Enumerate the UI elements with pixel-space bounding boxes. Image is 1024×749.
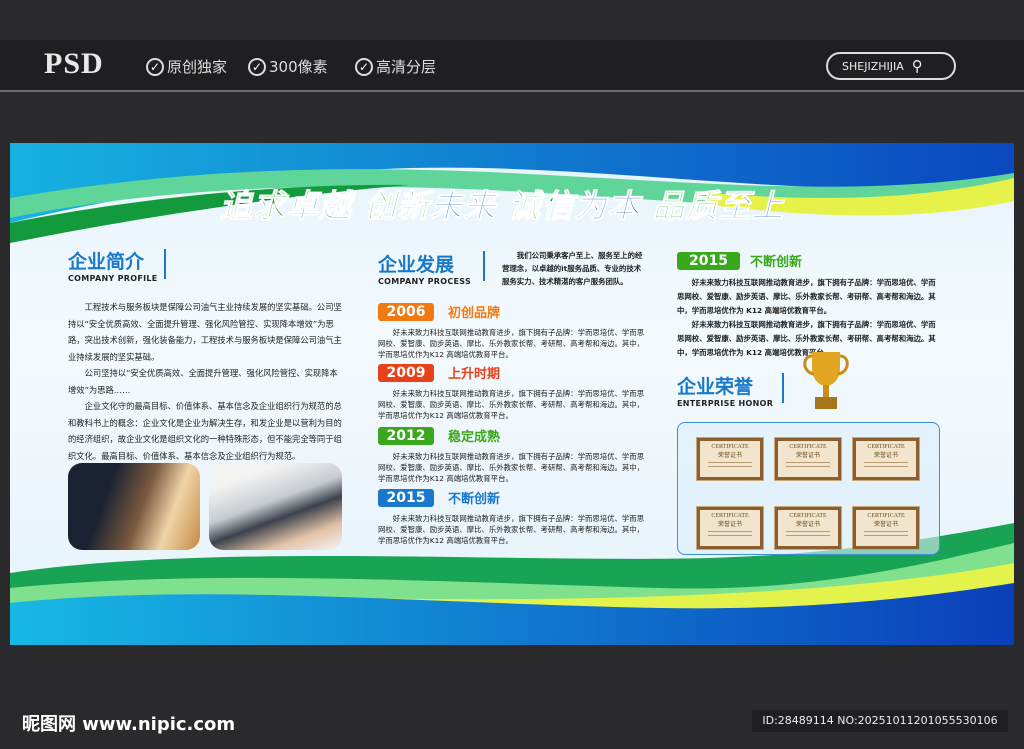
check-icon: ✓ <box>248 57 266 76</box>
milestone-2015: 2015 不断创新 好未来致力科技互联网推动教育进步，旗下拥有子品牌：学而思培优、… <box>378 488 645 545</box>
search-button[interactable]: SHEJIZHIJIA ⚲ <box>826 52 956 80</box>
right-milestone-2015: 2015 不断创新 好未来致力科技互联网推动教育进步，旗下拥有子品牌：学而思培优、… <box>677 251 936 357</box>
handshake-photo <box>68 463 200 550</box>
psd-logo: PSD <box>44 47 104 80</box>
display-board: 追求卓越 创新未来 诚信为本 品质至上 企业简介 COMPANY PROFILE… <box>10 143 1014 645</box>
image-id: ID:28489114 NO:20251011201055530106 <box>752 710 1008 732</box>
check-icon: ✓ <box>355 57 373 76</box>
search-icon: ⚲ <box>911 57 923 75</box>
trophy-icon <box>803 352 849 409</box>
check-icon: ✓ <box>146 57 164 76</box>
process-subtitle: COMPANY PROCESS <box>378 277 472 286</box>
feature-layers: ✓ 高清分层 <box>355 56 436 77</box>
certificate: CERTIFICATE 荣誉证书 <box>774 506 842 550</box>
certificate: CERTIFICATE 荣誉证书 <box>696 506 764 550</box>
divider <box>483 251 485 281</box>
divider <box>164 249 166 279</box>
profile-text: 工程技术与服务板块是保障公司油气主业持续发展的坚实基础。公司坚持以“安全优质高效… <box>68 302 342 461</box>
divider <box>782 373 784 403</box>
milestone-2012: 2012 稳定成熟 好未来致力科技互联网推动教育进步，旗下拥有子品牌：学而思培优、… <box>378 426 645 483</box>
feature-dpi: ✓ 300像素 <box>248 56 328 77</box>
feature-original: ✓ 原创独家 <box>146 56 227 77</box>
honor-subtitle: ENTERPRISE HONOR <box>677 399 774 408</box>
honor-title: 企业荣誉 <box>677 376 754 398</box>
milestone-2009: 2009 上升时期 好未来致力科技互联网推动教育进步，旗下拥有子品牌：学而思培优、… <box>378 363 645 420</box>
site-watermark: 昵图网 www.nipic.com <box>22 714 236 735</box>
profile-subtitle: COMPANY PROFILE <box>68 274 158 283</box>
certificate: CERTIFICATE 荣誉证书 <box>852 506 920 550</box>
calculator-photo <box>209 463 342 550</box>
certificate-panel: CERTIFICATE 荣誉证书 CERTIFICATE 荣誉证书 CERTIFIC… <box>677 422 940 555</box>
process-intro: 我们公司秉承客户至上、服务至上的经营理念，以卓越的it服务品质、专业的技术服务实… <box>502 251 643 286</box>
milestone-2006: 2006 初创品牌 好未来致力科技互联网推动教育进步，旗下拥有子品牌：学而思培优、… <box>378 302 645 359</box>
certificate: CERTIFICATE 荣誉证书 <box>852 437 920 481</box>
slogan: 追求卓越 创新未来 诚信为本 品质至上 <box>219 187 785 226</box>
certificate: CERTIFICATE 荣誉证书 <box>696 437 764 481</box>
certificate: CERTIFICATE 荣誉证书 <box>774 437 842 481</box>
process-title: 企业发展 <box>378 254 455 276</box>
profile-title: 企业简介 <box>68 251 145 273</box>
